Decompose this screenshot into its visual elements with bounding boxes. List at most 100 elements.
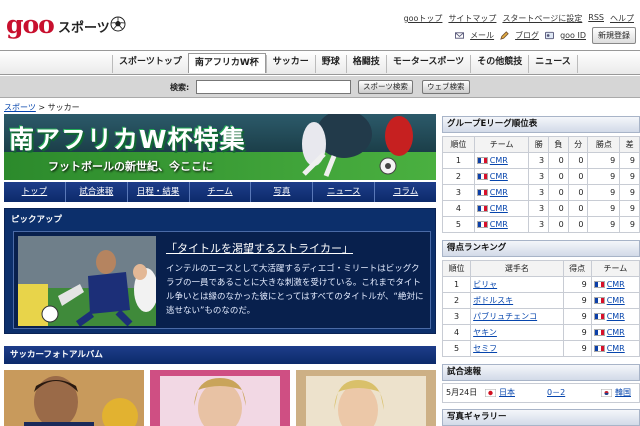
team-link[interactable]: CMR xyxy=(607,312,625,321)
losses-cell: 0 xyxy=(548,152,569,169)
team-cell: CMR xyxy=(473,216,530,233)
away-team-link[interactable]: 韓国 xyxy=(615,384,631,402)
banner-title: 南アフリカW杯特集 xyxy=(9,125,246,154)
player-link[interactable]: パブリュチェンコ xyxy=(473,312,537,321)
table-row: 2 ポドルスキ 9 CMR xyxy=(441,292,640,309)
scorers-table: 順位 選手名 得点 チーム 1 ビリャ 9 CMR 2 ポドルスキ 9 CMR 3 パブリュチ… xyxy=(441,260,640,357)
player-link[interactable]: セミフ xyxy=(473,344,497,353)
france-flag-icon xyxy=(476,205,488,212)
points-cell: 9 xyxy=(587,152,621,169)
player-cell: パブリュチェンコ xyxy=(470,308,564,325)
table-row: 1 ビリャ 9 CMR xyxy=(441,276,640,293)
set-startpage-link[interactable]: スタートページに設定 xyxy=(502,13,582,24)
player-link[interactable]: ビリャ xyxy=(473,280,497,289)
draws-cell: 0 xyxy=(567,168,589,185)
nav-news[interactable]: ニュース xyxy=(528,55,578,73)
draws-cell: 0 xyxy=(567,216,589,233)
goo-top-link[interactable]: gooトップ xyxy=(404,13,443,24)
sports-search-button[interactable]: スポーツ検索 xyxy=(358,80,413,94)
diff-cell: 9 xyxy=(619,200,640,217)
team-link[interactable]: CMR xyxy=(490,156,508,165)
nav-south-africa-wc[interactable]: 南アフリカW杯 xyxy=(187,53,266,73)
pickup-photo[interactable] xyxy=(18,236,156,326)
breadcrumb-sep: > xyxy=(38,103,46,112)
nav-soccer[interactable]: サッカー xyxy=(265,55,315,73)
france-flag-icon xyxy=(593,281,605,288)
rank-cell: 5 xyxy=(441,340,472,357)
user-tools: メール ブログ goo ID 新規登録 xyxy=(455,27,636,44)
points-cell: 9 xyxy=(587,216,621,233)
rank-cell: 1 xyxy=(441,276,472,293)
wc-nav-top[interactable]: トップ xyxy=(4,182,65,202)
rank-cell: 4 xyxy=(441,324,472,341)
team-link[interactable]: CMR xyxy=(490,172,508,181)
sitemap-link[interactable]: サイトマップ xyxy=(448,13,496,24)
wins-cell: 3 xyxy=(528,184,550,201)
team-link[interactable]: CMR xyxy=(607,280,625,289)
table-row: 3 CMR 3 0 0 9 9 xyxy=(442,184,640,201)
player-link[interactable]: ポドルスキ xyxy=(473,296,513,305)
breadcrumb: スポーツ > サッカー xyxy=(4,102,80,113)
help-link[interactable]: ヘルプ xyxy=(610,13,634,24)
rss-link[interactable]: RSS xyxy=(588,13,604,24)
nav-other-sports[interactable]: その他競技 xyxy=(470,55,528,73)
blog-icon xyxy=(500,31,509,40)
france-flag-icon xyxy=(593,329,605,336)
scorers-header: 得点ランキング xyxy=(442,240,640,257)
wins-cell: 3 xyxy=(528,168,550,185)
team-link[interactable]: CMR xyxy=(607,296,625,305)
nav-motorsports[interactable]: モータースポーツ xyxy=(385,55,470,73)
breadcrumb-home[interactable]: スポーツ xyxy=(4,103,36,112)
world-cup-banner[interactable]: 南アフリカW杯特集 フットボールの新世紀、今ここに xyxy=(4,114,436,180)
wc-nav-live[interactable]: 試合速報 xyxy=(64,182,127,202)
nav-sports-top[interactable]: スポーツトップ xyxy=(112,55,188,73)
nav-baseball[interactable]: 野球 xyxy=(314,55,346,73)
results-header: 試合速報 xyxy=(442,364,640,381)
col-losses: 負 xyxy=(548,136,569,153)
wc-nav-schedule[interactable]: 日程・結果 xyxy=(126,182,189,202)
album-photo[interactable] xyxy=(150,370,290,426)
register-button[interactable]: 新規登録 xyxy=(592,27,636,44)
team-link[interactable]: CMR xyxy=(607,344,625,353)
search-input[interactable] xyxy=(196,80,351,94)
team-cell: CMR xyxy=(590,308,640,325)
match-result[interactable]: 5月24日 日本 0－2 韓国 xyxy=(442,383,640,403)
wc-nav-teams[interactable]: チーム xyxy=(188,182,251,202)
match-score[interactable]: 0－2 xyxy=(547,384,565,402)
france-flag-icon xyxy=(476,221,488,228)
blog-link[interactable]: ブログ xyxy=(515,30,539,41)
web-search-button[interactable]: ウェブ検索 xyxy=(422,80,470,94)
col-team: チーム xyxy=(590,260,640,277)
losses-cell: 0 xyxy=(548,184,569,201)
col-draws: 分 xyxy=(567,136,589,153)
team-cell: CMR xyxy=(473,184,530,201)
col-team: チーム xyxy=(473,136,530,153)
search-label: 検索: xyxy=(170,83,190,92)
section-title[interactable]: スポーツ xyxy=(58,17,110,36)
goo-id-link[interactable]: goo ID xyxy=(560,31,586,40)
player-link[interactable]: ヤキン xyxy=(473,328,497,337)
goals-cell: 9 xyxy=(562,292,592,309)
team-cell: CMR xyxy=(590,340,640,357)
draws-cell: 0 xyxy=(567,200,589,217)
nav-martial-arts[interactable]: 格闘技 xyxy=(345,55,386,73)
pickup-title[interactable]: 「タイトルを渇望するストライカー」 xyxy=(166,240,353,256)
wc-nav-news[interactable]: ニュース xyxy=(312,182,374,202)
france-flag-icon xyxy=(476,173,488,180)
team-link[interactable]: CMR xyxy=(607,328,625,337)
search-bar: 検索: スポーツ検索 ウェブ検索 xyxy=(0,76,640,98)
home-team-link[interactable]: 日本 xyxy=(499,384,515,402)
team-link[interactable]: CMR xyxy=(490,220,508,229)
mail-link[interactable]: メール xyxy=(470,30,494,41)
col-rank: 順位 xyxy=(441,260,472,277)
album-photo[interactable] xyxy=(296,370,436,426)
pickup-header: ピックアップ xyxy=(11,215,63,225)
wc-nav-column[interactable]: コラム xyxy=(374,182,436,202)
goo-logo[interactable]: goo xyxy=(6,10,55,39)
goals-cell: 9 xyxy=(562,308,592,325)
team-link[interactable]: CMR xyxy=(490,188,508,197)
album-photo[interactable] xyxy=(4,370,144,426)
team-link[interactable]: CMR xyxy=(490,204,508,213)
site-header: goo スポーツ gooトップ サイトマップ スタートページに設定 RSS ヘル… xyxy=(0,0,640,48)
wc-nav-photos[interactable]: 写真 xyxy=(250,182,312,202)
